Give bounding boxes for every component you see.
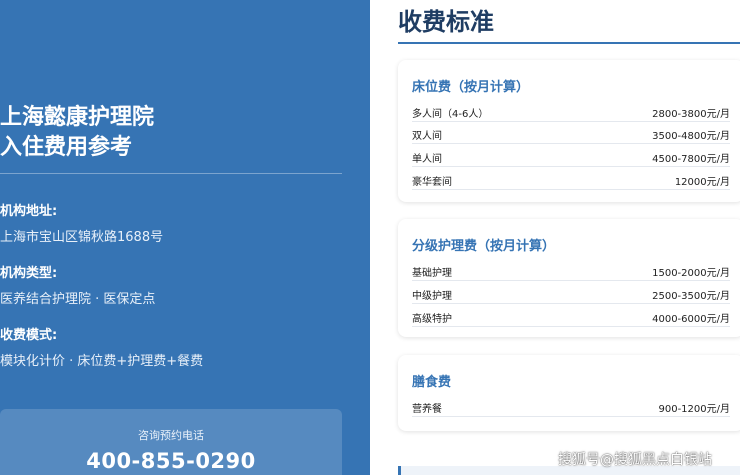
bed-fee-title: 床位费（按月计算） [412, 80, 530, 95]
pricing-title: 收费标准 [398, 8, 494, 36]
table-row: 多人间（4-6人） 2800-3800元/月 [412, 100, 730, 122]
address-label: 机构地址: [0, 204, 58, 219]
room-name: 多人间（4-6人） [412, 109, 489, 120]
table-row: 中级护理 2500-3500元/月 [412, 282, 730, 304]
room-price: 4500-7800元/月 [652, 154, 730, 165]
table-row: 营养餐 900-1200元/月 [412, 395, 730, 417]
watermark-text: 搜狐号@搜狐黑点白银站 [558, 452, 712, 468]
table-row: 高级特护 4000-6000元/月 [412, 305, 730, 327]
room-name: 双人间 [412, 131, 442, 142]
divider [0, 173, 342, 174]
room-price: 2800-3800元/月 [652, 109, 730, 120]
title-line-1: 上海懿康护理院 [0, 105, 155, 130]
care-fee-card: 分级护理费（按月计算） 基础护理 1500-2000元/月 中级护理 2500-… [398, 219, 740, 337]
type-label: 机构类型: [0, 266, 58, 281]
contact-label: 咨询预约电话 [138, 429, 204, 442]
care-level-name: 基础护理 [412, 268, 452, 279]
pricing-panel: 收费标准 床位费（按月计算） 多人间（4-6人） 2800-3800元/月 双人… [370, 0, 740, 475]
meal-fee-title: 膳食费 [412, 375, 452, 390]
table-row: 豪华套间 12000元/月 [412, 168, 730, 190]
care-level-price: 2500-3500元/月 [652, 291, 730, 302]
care-level-name: 高级特护 [412, 314, 452, 325]
info-panel: 上海懿康护理院 入住费用参考 机构地址: 上海市宝山区锦秋路1688号 机构类型… [0, 0, 370, 475]
table-row: 单人间 4500-7800元/月 [412, 145, 730, 167]
table-row: 基础护理 1500-2000元/月 [412, 259, 730, 281]
room-price: 3500-4800元/月 [652, 131, 730, 142]
meal-price: 900-1200元/月 [658, 404, 730, 415]
room-price: 12000元/月 [674, 177, 730, 188]
title-line-2: 入住费用参考 [0, 135, 133, 160]
meal-name: 营养餐 [412, 404, 442, 415]
care-fee-title: 分级护理费（按月计算） [412, 239, 556, 254]
type-value: 医养结合护理院 · 医保定点 [0, 292, 156, 307]
care-level-name: 中级护理 [412, 291, 452, 302]
meal-fee-card: 膳食费 营养餐 900-1200元/月 [398, 355, 740, 431]
care-level-price: 4000-6000元/月 [652, 314, 730, 325]
care-level-price: 1500-2000元/月 [652, 268, 730, 279]
room-name: 单人间 [412, 154, 442, 165]
contact-box[interactable]: 咨询预约电话 400-855-0290 [0, 409, 342, 475]
contact-phone[interactable]: 400-855-0290 [0, 449, 342, 473]
mode-value: 模块化计价 · 床位费+护理费+餐费 [0, 354, 204, 369]
bed-fee-card: 床位费（按月计算） 多人间（4-6人） 2800-3800元/月 双人间 350… [398, 60, 740, 202]
page-title: 上海懿康护理院 入住费用参考 [0, 103, 154, 163]
table-row: 双人间 3500-4800元/月 [412, 122, 730, 144]
title-underline [398, 42, 740, 44]
address-value: 上海市宝山区锦秋路1688号 [0, 230, 164, 245]
mode-label: 收费模式: [0, 328, 58, 343]
room-name: 豪华套间 [412, 177, 452, 188]
